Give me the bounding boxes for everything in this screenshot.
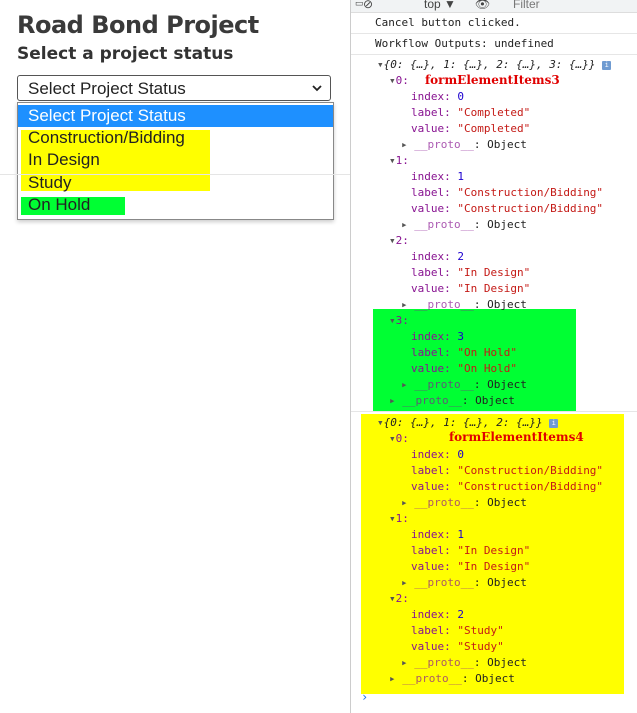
eye-icon[interactable]: 👁 [475,0,490,11]
option-study[interactable]: Study [18,172,71,194]
log-separator [351,54,637,55]
proto-row[interactable]: ▸ __proto__: Object [401,496,527,509]
object-key[interactable]: ▾0: [389,74,409,87]
index-row: index: 0 [411,90,464,103]
value-row: value: "Completed" [411,122,531,135]
app-panel: Road Bond Project Select a project statu… [0,0,350,713]
annotation-label: formElementItems4 [449,430,584,444]
context-selector[interactable]: top ▼ [424,0,456,11]
proto-row[interactable]: ▸ __proto__: Object [389,672,515,685]
proto-row[interactable]: ▸ __proto__: Object [401,576,527,589]
log-line: Workflow Outputs: undefined [375,37,554,50]
object-summary[interactable]: ▾{0: {…}, 1: {…}, 2: {…}} i [377,416,559,429]
proto-row[interactable]: ▸ __proto__: Object [401,218,527,231]
value-row: value: "Study" [411,640,504,653]
label-row: label: "In Design" [411,544,531,557]
index-row: index: 1 [411,528,464,541]
filter-input[interactable]: Filter [513,0,540,11]
log-line: Cancel button clicked. [375,16,521,29]
proto-row[interactable]: ▸ __proto__: Object [389,394,515,407]
option-construction-bidding[interactable]: Construction/Bidding [18,127,185,149]
log-separator [351,411,637,412]
value-row: value: "In Design" [411,282,531,295]
chevron-down-icon [312,85,322,92]
devtools-console: ⊘ ▭ top ▼ 👁 Filter Cancel button clicked… [350,0,637,713]
divider [0,174,350,175]
proto-row[interactable]: ▸ __proto__: Object [401,138,527,151]
index-row: index: 1 [411,170,464,183]
info-icon: i [549,419,559,428]
sidebar-toggle-icon[interactable]: ▭ [355,0,364,9]
status-dropdown-list: Select Project Status Construction/Biddi… [17,102,334,220]
proto-row[interactable]: ▸ __proto__: Object [401,656,527,669]
page-title: Road Bond Project [17,11,259,39]
page-subtitle: Select a project status [17,44,234,64]
console-toolbar: ⊘ ▭ top ▼ 👁 Filter [351,0,637,13]
project-status-select[interactable]: Select Project Status [17,75,331,101]
label-row: label: "Study" [411,624,504,637]
label-row: label: "Completed" [411,106,531,119]
value-row: value: "Construction/Bidding" [411,202,604,215]
object-summary[interactable]: ▾{0: {…}, 1: {…}, 2: {…}, 3: {…}} i [377,58,612,71]
proto-row[interactable]: ▸ __proto__: Object [401,378,527,391]
label-row: label: "In Design" [411,266,531,279]
option-select-project-status[interactable]: Select Project Status [18,105,333,127]
value-row: value: "Construction/Bidding" [411,480,604,493]
object-key[interactable]: ▾3: [389,314,409,327]
index-row: index: 2 [411,250,464,263]
object-key[interactable]: ▾2: [389,234,409,247]
object-key[interactable]: ▾1: [389,512,409,525]
clear-console-icon[interactable]: ⊘ [363,0,373,11]
label-row: label: "Construction/Bidding" [411,186,604,199]
option-in-design[interactable]: In Design [18,149,100,171]
index-row: index: 3 [411,330,464,343]
label-row: label: "Construction/Bidding" [411,464,604,477]
object-key[interactable]: ▾1: [389,154,409,167]
value-row: value: "On Hold" [411,362,517,375]
proto-row[interactable]: ▸ __proto__: Object [401,298,527,311]
log-separator [351,33,637,34]
info-icon: i [602,61,612,70]
object-key[interactable]: ▾2: [389,592,409,605]
label-row: label: "On Hold" [411,346,517,359]
object-key[interactable]: ▾0: [389,432,409,445]
value-row: value: "In Design" [411,560,531,573]
annotation-label: formElementItems3 [425,73,560,87]
console-prompt-icon[interactable]: › [361,690,368,704]
select-value: Select Project Status [28,79,186,98]
index-row: index: 2 [411,608,464,621]
option-on-hold[interactable]: On Hold [18,194,90,216]
index-row: index: 0 [411,448,464,461]
